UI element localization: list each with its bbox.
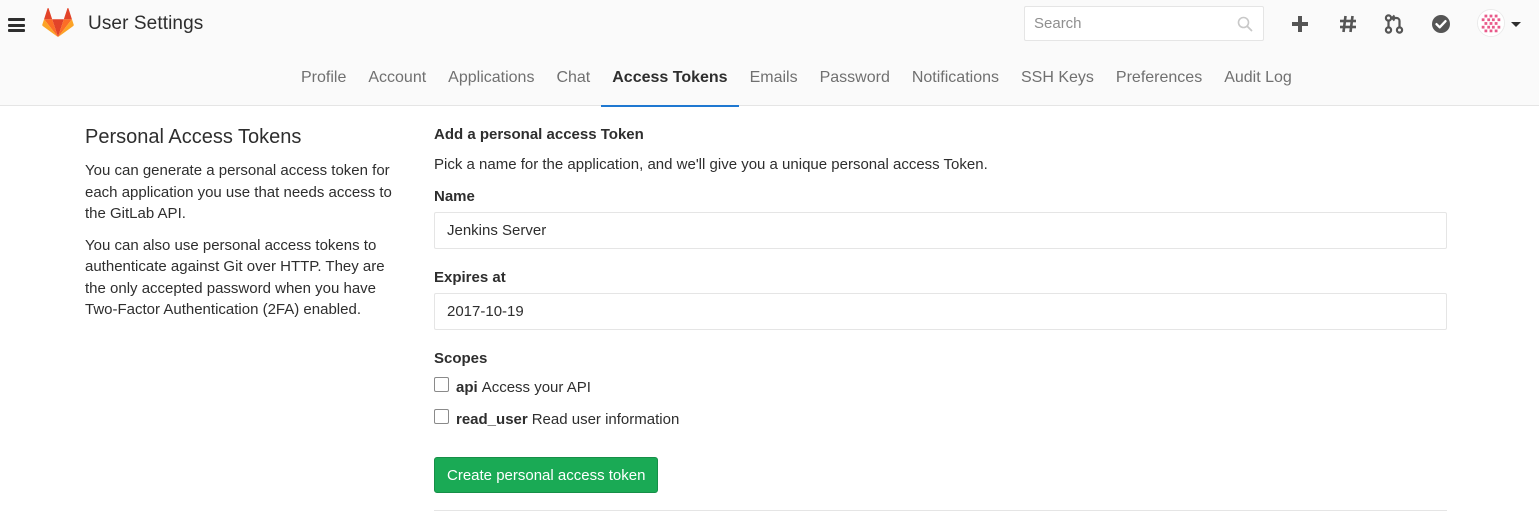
- token-name-input[interactable]: [434, 212, 1447, 249]
- user-menu[interactable]: [1477, 9, 1523, 39]
- tab-emails[interactable]: Emails: [739, 52, 809, 106]
- gitlab-logo[interactable]: [42, 8, 74, 38]
- page-title: User Settings: [88, 13, 204, 34]
- avatar: [1477, 9, 1505, 37]
- form-description: Pick a name for the application, and we'…: [434, 156, 988, 173]
- scope-read-user-description: Read user information: [531, 411, 680, 428]
- top-header: User Settings: [0, 0, 1539, 52]
- search-input[interactable]: [1025, 7, 1225, 40]
- section-intro: Personal Access Tokens You can generate …: [85, 126, 405, 331]
- section-title: Personal Access Tokens: [85, 126, 302, 148]
- scope-api-checkbox[interactable]: [434, 377, 449, 392]
- tab-profile[interactable]: Profile: [290, 52, 357, 106]
- hash-icon[interactable]: [1337, 13, 1359, 35]
- caret-down-icon: [1511, 22, 1521, 27]
- divider: [434, 510, 1447, 511]
- tab-password[interactable]: Password: [809, 52, 901, 106]
- tab-preferences[interactable]: Preferences: [1105, 52, 1213, 106]
- search-box[interactable]: [1024, 6, 1264, 41]
- search-icon: [1237, 16, 1253, 32]
- todo-check-icon[interactable]: [1430, 13, 1452, 35]
- tab-account[interactable]: Account: [357, 52, 437, 106]
- section-description-2: You can also use personal access tokens …: [85, 236, 385, 319]
- merge-request-icon[interactable]: [1383, 13, 1405, 35]
- scope-read-user: read_user Read user information: [434, 409, 680, 428]
- scopes-label: Scopes: [434, 350, 488, 367]
- tab-notifications[interactable]: Notifications: [901, 52, 1010, 106]
- hamburger-icon[interactable]: [8, 18, 25, 32]
- create-token-button[interactable]: Create personal access token: [434, 457, 659, 493]
- settings-nav: Profile Account Applications Chat Access Tok…: [0, 52, 1539, 107]
- section-description-1: You can generate a personal access token…: [85, 162, 392, 222]
- name-label: Name: [434, 188, 475, 205]
- tab-access-tokens[interactable]: Access Tokens: [601, 52, 739, 107]
- tab-audit-log[interactable]: Audit Log: [1213, 52, 1303, 106]
- tab-applications[interactable]: Applications: [437, 52, 545, 106]
- expires-at-input[interactable]: [434, 293, 1447, 330]
- scope-read-user-name: read_user: [456, 411, 528, 428]
- scope-api: api Access your API: [434, 377, 591, 396]
- scope-api-name: api: [456, 379, 478, 396]
- scope-api-description: Access your API: [481, 379, 591, 396]
- expires-label: Expires at: [434, 269, 506, 286]
- tab-chat[interactable]: Chat: [545, 52, 601, 106]
- form-heading: Add a personal access Token: [434, 126, 644, 143]
- plus-icon[interactable]: [1289, 13, 1311, 35]
- scope-read-user-checkbox[interactable]: [434, 409, 449, 424]
- tab-ssh-keys[interactable]: SSH Keys: [1010, 52, 1105, 106]
- settings-tabs: Profile Account Applications Chat Access Tok…: [290, 52, 1303, 107]
